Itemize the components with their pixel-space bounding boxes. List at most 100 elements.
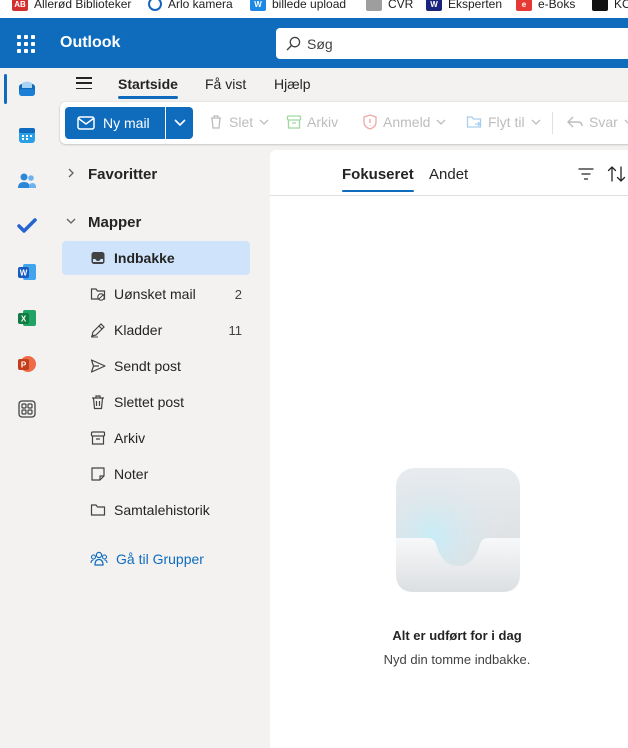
tab-hjaelp[interactable]: Hjælp <box>274 76 311 92</box>
more-apps-icon[interactable] <box>16 398 38 420</box>
app-header: Outlook <box>0 18 628 68</box>
folder-drafts[interactable]: Kladder 11 <box>62 313 250 347</box>
delete-button[interactable]: Slet <box>208 114 274 130</box>
bookmark-eksperten[interactable]: W Eksperten <box>426 0 502 13</box>
allerod-bookmark-icon: AB <box>12 0 28 11</box>
folder-label: Slettet post <box>114 394 185 410</box>
report-button[interactable]: Anmeld <box>362 114 451 130</box>
report-label: Anmeld <box>383 114 431 130</box>
tab-focused[interactable]: Fokuseret <box>342 166 414 192</box>
new-mail-label: Ny mail <box>103 115 150 131</box>
eksperten-bookmark-icon: W <box>426 0 442 11</box>
powerpoint-app-icon[interactable]: P <box>16 353 38 375</box>
navigation-toggle-icon[interactable] <box>76 77 92 89</box>
folder-pane: Favoritter Mapper Indbakke Uønsket mail … <box>54 150 268 748</box>
tab-other[interactable]: Andet <box>429 166 468 183</box>
bookmark-label: Arlo kamera <box>168 0 233 11</box>
ribbon-tabs: Startside Få vist Hjælp <box>62 68 628 100</box>
sent-icon <box>90 359 106 373</box>
folder-move-icon <box>466 116 482 128</box>
app-name[interactable]: Outlook <box>60 34 120 52</box>
chevron-down-icon <box>173 119 186 127</box>
search-icon <box>286 36 301 51</box>
move-to-label: Flyt til <box>488 114 525 130</box>
folder-archive[interactable]: Arkiv <box>62 421 250 455</box>
folder-label: Samtalehistorik <box>114 502 210 518</box>
calendar-app-icon[interactable] <box>16 124 38 146</box>
reply-button[interactable]: Svar <box>566 114 628 130</box>
toolbar-separator <box>552 112 553 134</box>
folder-junk[interactable]: Uønsket mail 2 <box>62 277 250 311</box>
folder-sent[interactable]: Sendt post <box>62 349 250 383</box>
inbox-pivot: Fokuseret Andet <box>270 150 628 196</box>
chevron-down-icon <box>531 119 541 125</box>
empty-state-subtitle: Nyd din tomme indbakke. <box>383 652 531 667</box>
bookmarks-bar: AB Allerød Biblioteker Arlo kamera W bil… <box>0 0 628 18</box>
chevron-down-icon <box>437 119 446 125</box>
drafts-icon <box>91 323 105 338</box>
bookmark-allerod[interactable]: AB Allerød Biblioteker <box>12 0 131 13</box>
bookmark-label: CVR <box>388 0 414 11</box>
groups-icon <box>90 551 108 566</box>
favorites-section[interactable]: Favoritter <box>66 166 157 183</box>
tab-startside[interactable]: Startside <box>118 76 178 99</box>
people-app-icon[interactable] <box>16 170 38 192</box>
folder-label: Kladder <box>114 322 163 338</box>
image-upload-bookmark-icon: W <box>250 0 266 11</box>
svg-text:P: P <box>21 361 27 370</box>
mail-app-icon[interactable] <box>16 78 38 100</box>
new-mail-button[interactable]: Ny mail <box>65 107 165 139</box>
move-to-button[interactable]: Flyt til <box>466 114 546 130</box>
message-list: Fokuseret Andet Alt er udført for i dag … <box>270 150 628 748</box>
search-input[interactable] <box>307 35 607 52</box>
folder-conversation-history[interactable]: Samtalehistorik <box>62 493 250 527</box>
sort-icon[interactable] <box>607 165 627 183</box>
eboks-bookmark-icon: e <box>516 0 532 11</box>
folder-label: Arkiv <box>114 430 146 446</box>
folder-inbox[interactable]: Indbakke <box>62 241 250 275</box>
chevron-down-icon <box>259 119 269 125</box>
junk-mail-icon <box>90 288 106 301</box>
bookmark-label: billede upload <box>272 0 347 11</box>
go-to-groups-label: Gå til Grupper <box>116 551 204 567</box>
folder-label: Sendt post <box>114 358 181 374</box>
app-launcher-icon[interactable] <box>10 28 40 58</box>
empty-state-title: Alt er udført for i dag <box>392 628 522 643</box>
archive-label: Arkiv <box>307 114 339 130</box>
trash-icon <box>211 115 221 129</box>
go-to-groups-link[interactable]: Gå til Grupper <box>90 550 204 568</box>
item-count: 11 <box>228 322 243 338</box>
todo-app-icon[interactable] <box>16 215 38 237</box>
chevron-down-icon <box>624 119 628 125</box>
chevron-right-icon <box>66 168 82 181</box>
app-rail: W X P <box>0 68 54 748</box>
bookmark-cvr[interactable]: CVR <box>366 0 413 13</box>
archive-icon <box>90 431 106 445</box>
folders-section[interactable]: Mapper <box>66 214 141 231</box>
archive-button[interactable]: Arkiv <box>286 114 338 130</box>
tab-faa-vist[interactable]: Få vist <box>205 76 246 92</box>
bookmark-ko[interactable]: KO <box>592 0 628 13</box>
folder-deleted[interactable]: Slettet post <box>62 385 250 419</box>
reply-label: Svar <box>589 114 618 130</box>
bookmark-arlo[interactable]: Arlo kamera <box>148 0 233 13</box>
bookmark-label: KO <box>614 0 628 11</box>
search-box[interactable] <box>276 28 628 59</box>
favorites-label: Favoritter <box>88 166 158 183</box>
deleted-icon <box>92 395 104 410</box>
envelope-icon <box>77 116 95 130</box>
filter-icon[interactable] <box>578 167 594 181</box>
delete-label: Slet <box>229 114 254 130</box>
bookmark-eboks[interactable]: e e-Boks <box>516 0 575 13</box>
folder-notes[interactable]: Noter <box>62 457 250 491</box>
bookmark-billede-upload[interactable]: W billede upload <box>250 0 346 13</box>
new-mail-dropdown-button[interactable] <box>166 107 193 139</box>
cvr-bookmark-icon <box>366 0 382 11</box>
excel-app-icon[interactable]: X <box>16 307 38 329</box>
folder-label: Indbakke <box>114 250 175 266</box>
bookmark-label: Eksperten <box>448 0 503 11</box>
word-app-icon[interactable]: W <box>16 261 38 283</box>
archive-icon <box>286 115 302 129</box>
folder-label: Uønsket mail <box>114 286 196 302</box>
svg-text:W: W <box>20 269 28 278</box>
